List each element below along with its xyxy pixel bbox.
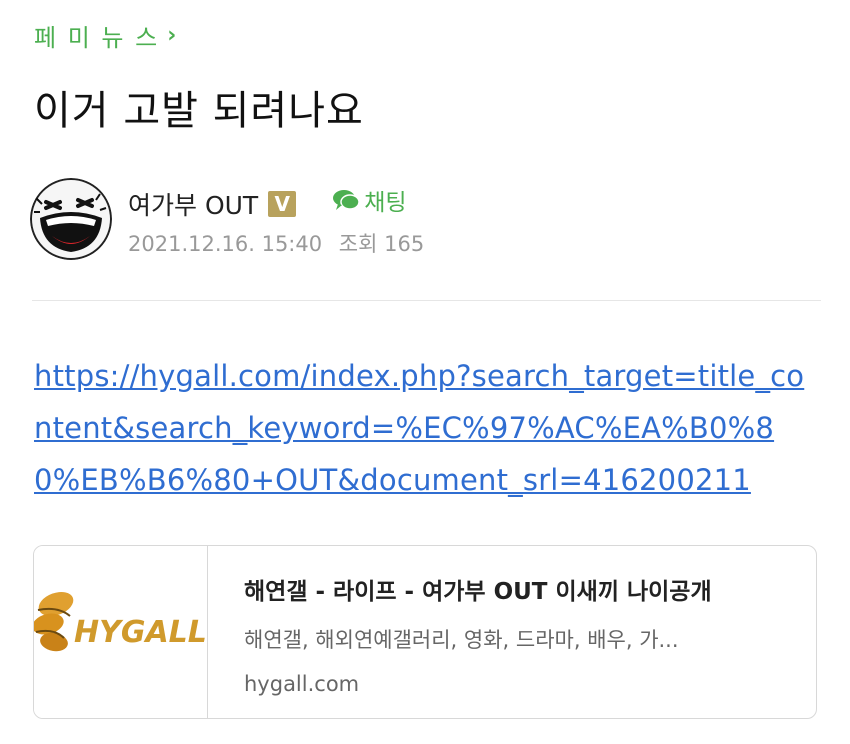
author-row: 여가부 OUT V 채팅 — [128, 186, 407, 222]
preview-title: 해연갤 - 라이프 - 여가부 OUT 이새끼 나이공개 — [244, 579, 712, 605]
chevron-right-icon: › — [167, 23, 179, 48]
preview-thumbnail: HYGALL.co — [34, 546, 208, 718]
hygall-logo: HYGALL.co — [34, 591, 207, 652]
post-link[interactable]: https://hygall.com/index.php?search_targ… — [34, 350, 819, 506]
chat-label: 채팅 — [364, 190, 407, 216]
svg-text:HYGALL.co: HYGALL.co — [74, 615, 207, 650]
verified-badge: V — [268, 191, 297, 217]
laughing-face-icon — [30, 178, 112, 260]
avatar[interactable] — [30, 178, 112, 260]
preview-body: 해연갤 - 라이프 - 여가부 OUT 이새끼 나이공개 해연갤, 해외연예갤러… — [208, 546, 712, 718]
chat-bubble-icon — [333, 190, 360, 210]
link-preview-card[interactable]: HYGALL.co 해연갤 - 라이프 - 여가부 OUT 이새끼 나이공개 해… — [33, 545, 817, 719]
post-date: 2021.12.16. 15:40 — [128, 232, 323, 256]
preview-domain: hygall.com — [244, 672, 360, 696]
board-breadcrumb[interactable]: 페 미 뉴 스 › — [34, 18, 178, 53]
post-meta: 2021.12.16. 15:40 조회 165 — [128, 228, 434, 258]
post-title: 이거 고발 되려나요 — [34, 88, 364, 134]
chat-button[interactable]: 채팅 — [332, 183, 407, 217]
preview-description: 해연갤, 해외연예갤러리, 영화, 드라마, 배우, 가... — [244, 628, 679, 652]
board-name: 페 미 뉴 스 — [34, 24, 160, 52]
divider — [32, 300, 821, 301]
author-name[interactable]: 여가부 OUT — [128, 186, 258, 222]
view-count: 조회 165 — [338, 232, 425, 256]
